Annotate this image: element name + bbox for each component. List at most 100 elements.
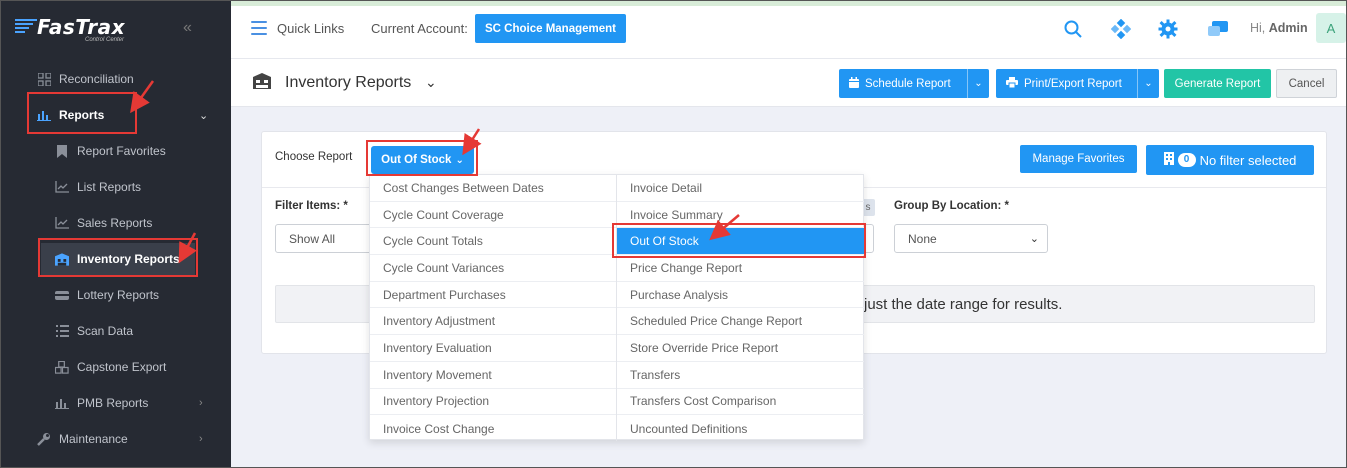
wrench-icon [37, 432, 51, 446]
dropdown-item[interactable]: Cycle Count Totals [370, 228, 616, 256]
grid-icon [37, 72, 51, 86]
logo-stripes-icon [15, 19, 37, 37]
dropdown-item[interactable]: Inventory Adjustment [370, 308, 616, 336]
chevron-right-icon: › [199, 397, 203, 409]
dropdown-item[interactable]: Price Change Report [617, 255, 864, 282]
dropdown-item[interactable]: Inventory Evaluation [370, 335, 616, 362]
sidebar-item-sales-reports[interactable]: Sales Reports [1, 205, 231, 241]
bar-chart-icon [37, 108, 51, 122]
sidebar-item-label: Lottery Reports [77, 288, 160, 302]
sidebar-item-label: Maintenance [59, 432, 128, 446]
sidebar-item-capstone-export[interactable]: Capstone Export [1, 349, 231, 385]
page-header: Inventory Reports ⌄ Schedule Report ⌄ Pr… [231, 59, 1346, 107]
sidebar: FasTrax Control Center « Reconciliation … [1, 1, 231, 467]
dropdown-item[interactable]: Invoice Summary [617, 202, 864, 229]
schedule-dropdown-chevron-icon[interactable]: ⌄ [967, 69, 989, 98]
dropdown-item[interactable]: Inventory Projection [370, 389, 616, 416]
building-icon [1163, 152, 1174, 168]
sidebar-item-inventory-reports[interactable]: Inventory Reports [1, 241, 231, 277]
current-account-label: Current Account: [371, 21, 468, 36]
chevron-down-icon: ⌄ [1029, 233, 1039, 245]
dropdown-item[interactable]: Scheduled Price Change Report [617, 308, 864, 336]
gear-icon[interactable] [1158, 19, 1178, 39]
brand-name: FasTrax [37, 15, 125, 39]
collapse-sidebar-icon[interactable]: « [183, 19, 192, 37]
filter-items-label: Filter Items: * [275, 200, 348, 212]
choose-report-label: Choose Report [275, 151, 353, 163]
print-export-report-button[interactable]: Print/Export Report ⌄ [996, 69, 1159, 98]
printer-icon [1006, 76, 1018, 91]
dropdown-item[interactable]: Invoice Detail [617, 175, 864, 202]
dropdown-column-left: Cost Changes Between Dates Cycle Count C… [370, 175, 617, 441]
quick-links-link[interactable]: Quick Links [277, 21, 344, 36]
sidebar-item-label: Reports [59, 108, 105, 122]
sidebar-item-pmb-reports[interactable]: PMB Reports › [1, 385, 231, 421]
title-dropdown-chevron-icon[interactable]: ⌄ [425, 74, 437, 91]
choose-report-dropdown[interactable]: Out Of Stock ⌄ [371, 146, 474, 174]
generate-report-button[interactable]: Generate Report [1164, 69, 1271, 98]
sidebar-item-label: Report Favorites [77, 144, 166, 158]
brand-tagline: Control Center [85, 37, 125, 43]
filter-summary-button[interactable]: 0 No filter selected [1146, 145, 1314, 175]
dropdown-item[interactable]: Cycle Count Coverage [370, 202, 616, 229]
manage-favorites-button[interactable]: Manage Favorites [1020, 145, 1137, 173]
chevron-down-icon: ⌄ [455, 154, 464, 166]
avatar[interactable]: A [1316, 13, 1346, 43]
sidebar-item-label: Sales Reports [77, 216, 153, 230]
sidebar-item-label: Scan Data [77, 324, 134, 338]
chevron-right-icon: › [199, 433, 203, 445]
sidebar-item-label: Reconciliation [59, 72, 134, 86]
dropdown-item[interactable]: Transfers Cost Comparison [617, 389, 864, 416]
sidebar-item-label: Capstone Export [77, 360, 167, 374]
schedule-report-button[interactable]: Schedule Report ⌄ [839, 69, 989, 98]
current-account-button[interactable]: SC Choice Management [475, 14, 626, 43]
dropdown-item[interactable]: Cost Changes Between Dates [370, 175, 616, 202]
top-accent-strip [231, 1, 1346, 6]
line-chart-icon [55, 216, 69, 230]
group-by-location-select[interactable]: None ⌄ [894, 224, 1048, 253]
dropdown-item[interactable]: Transfers [617, 362, 864, 389]
brand-logo[interactable]: FasTrax Control Center [15, 13, 155, 43]
dropdown-column-right: Invoice Detail Invoice Summary Out Of St… [617, 175, 864, 442]
dropdown-item[interactable]: Invoice Cost Change [370, 415, 616, 442]
sidebar-item-label: PMB Reports [77, 396, 149, 410]
dropdown-item[interactable]: Store Override Price Report [617, 335, 864, 362]
sidebar-item-maintenance[interactable]: Maintenance › [1, 421, 231, 457]
bar-chart-icon [55, 396, 69, 410]
sidebar-item-report-favorites[interactable]: Report Favorites [1, 133, 231, 169]
sidebar-item-scan-data[interactable]: Scan Data [1, 313, 231, 349]
sidebar-item-label: List Reports [77, 180, 142, 194]
dropdown-item[interactable]: Inventory Movement [370, 362, 616, 389]
warehouse-icon [55, 252, 69, 266]
report-dropdown-menu: Cost Changes Between Dates Cycle Count C… [369, 174, 864, 442]
calendar-icon [849, 76, 859, 91]
cubes-icon [55, 360, 69, 374]
sidebar-item-label: Inventory Reports [77, 252, 180, 266]
app-window: FasTrax Control Center « Reconciliation … [0, 0, 1347, 468]
cancel-button[interactable]: Cancel [1276, 69, 1337, 98]
info-message: just the date range for results. [864, 296, 1063, 313]
user-greeting: Hi, Admin [1250, 21, 1308, 35]
chevron-down-icon: ⌄ [199, 109, 209, 122]
search-icon[interactable] [1063, 19, 1083, 39]
ticket-icon [55, 288, 69, 302]
top-bar: Quick Links Current Account: SC Choice M… [231, 1, 1346, 59]
dropdown-item[interactable]: Purchase Analysis [617, 282, 864, 309]
chat-icon[interactable] [1207, 19, 1228, 39]
diamond-grid-icon[interactable] [1110, 18, 1132, 40]
sidebar-item-lottery-reports[interactable]: Lottery Reports [1, 277, 231, 313]
sidebar-item-reconciliation[interactable]: Reconciliation [1, 61, 231, 97]
page-title: Inventory Reports [285, 74, 412, 91]
dropdown-item[interactable]: Cycle Count Variances [370, 255, 616, 282]
hamburger-icon[interactable] [251, 21, 267, 35]
bookmark-icon [55, 144, 69, 158]
sidebar-item-list-reports[interactable]: List Reports [1, 169, 231, 205]
line-chart-icon [55, 180, 69, 194]
dropdown-item[interactable]: Department Purchases [370, 282, 616, 309]
dropdown-item[interactable]: Uncounted Definitions [617, 415, 864, 442]
sidebar-item-reports[interactable]: Reports ⌄ [1, 97, 231, 133]
list-icon [55, 324, 69, 338]
print-export-dropdown-chevron-icon[interactable]: ⌄ [1137, 69, 1159, 98]
dropdown-item-out-of-stock[interactable]: Out Of Stock [617, 228, 864, 256]
warehouse-icon [253, 73, 271, 89]
